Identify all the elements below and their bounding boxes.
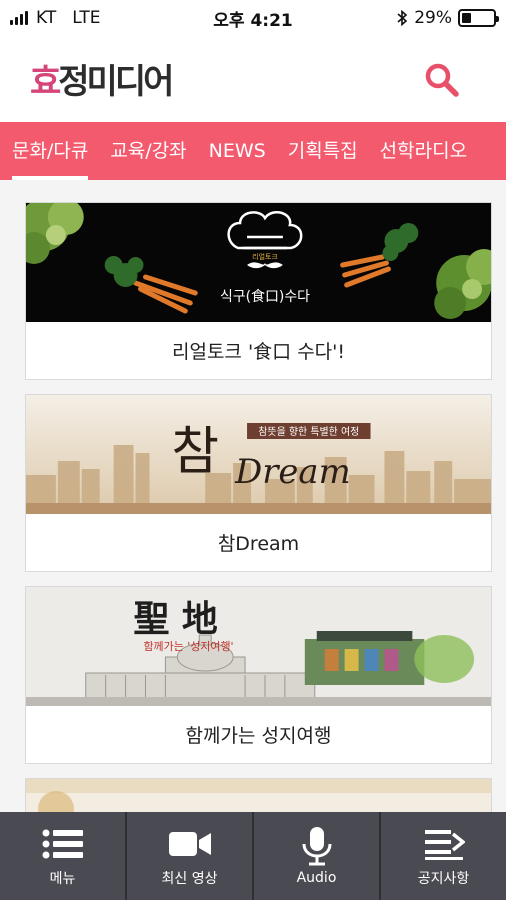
svg-text:참뜻을 향한 특별한 여정: 참뜻을 향한 특별한 여정 [258,426,359,438]
battery-percent: 29% [414,8,452,28]
tab-special-feature[interactable]: 기획특집 [276,122,358,180]
bottom-tab-label: 메뉴 [49,871,76,887]
search-button[interactable] [422,60,462,100]
bottom-tab-label: 공지사항 [417,871,470,887]
battery-fill [462,13,471,23]
status-left: KT LTE [10,8,100,28]
app-header: 효정미디어 [0,36,506,122]
status-right: 29% [396,8,499,28]
program-card[interactable]: 聖 地 함께가는 '성지여행' 함께가는 성지여행 [25,586,492,764]
card-thumbnail: 리얼토크 식구(食口)수다 [26,203,491,322]
bottom-tab-notice[interactable]: 공지사항 [379,812,506,900]
bottom-tab-menu[interactable]: 메뉴 [0,812,125,900]
svg-text:聖 地: 聖 地 [134,598,218,640]
card-thumbnail: 참 참뜻을 향한 특별한 여정 Dream [26,395,491,514]
menu-list-icon [42,829,83,859]
signal-strength-icon [10,11,28,25]
card-title: 참Dream [217,533,300,555]
tab-education[interactable]: 교육/강좌 [98,122,186,180]
program-card[interactable]: 참 참뜻을 향한 특별한 여정 Dream 참Dream [25,394,492,572]
tab-news[interactable]: NEWS [197,122,266,180]
notice-list-icon [424,830,465,860]
app-logo[interactable]: 효정미디어 [30,54,174,103]
bottom-tab-audio[interactable]: Audio [252,812,379,900]
card-title: 함께가는 성지여행 [185,725,332,747]
network-label: LTE [72,8,101,28]
bluetooth-icon [397,9,408,27]
program-card[interactable] [25,778,492,812]
svg-text:참: 참 [171,422,219,482]
video-camera-icon [168,832,211,856]
carrier-label: KT [36,8,57,28]
svg-text:리얼토크: 리얼토크 [252,252,278,261]
logo-first-char: 효 [30,62,61,102]
bottom-tab-latest-video[interactable]: 최신 영상 [125,812,252,900]
bottom-tab-label: 최신 영상 [161,871,218,887]
category-nav: 문화/다큐 교육/강좌 NEWS 기획특집 선학라디오 [0,122,506,180]
tab-sunhak-radio[interactable]: 선학라디오 [368,122,467,180]
tab-culture-docu[interactable]: 문화/다큐 [0,122,89,180]
svg-text:식구(食口)수다: 식구(食口)수다 [220,288,310,305]
card-title: 리얼토크 '食口 수다'! [171,341,346,363]
search-icon [425,63,459,97]
logo-rest: 정미디어 [58,62,174,102]
svg-text:함께가는 '성지여행': 함께가는 '성지여행' [143,640,233,653]
status-bar: KT LTE 오후 4:21 29% [0,0,506,36]
content-list: 리얼토크 식구(食口)수다 리얼토크 '食口 수다'! 참 참뜻을 향한 특별한… [0,180,506,812]
microphone-icon [302,827,331,866]
bottom-tab-bar: 메뉴 최신 영상 Audio 공지사항 [0,812,506,900]
program-card[interactable]: 리얼토크 식구(食口)수다 리얼토크 '食口 수다'! [25,202,492,380]
svg-text:Dream: Dream [234,452,351,491]
battery-icon [458,9,499,27]
card-thumbnail [26,779,491,812]
bottom-tab-label: Audio [296,870,337,886]
card-thumbnail: 聖 地 함께가는 '성지여행' [26,587,491,706]
